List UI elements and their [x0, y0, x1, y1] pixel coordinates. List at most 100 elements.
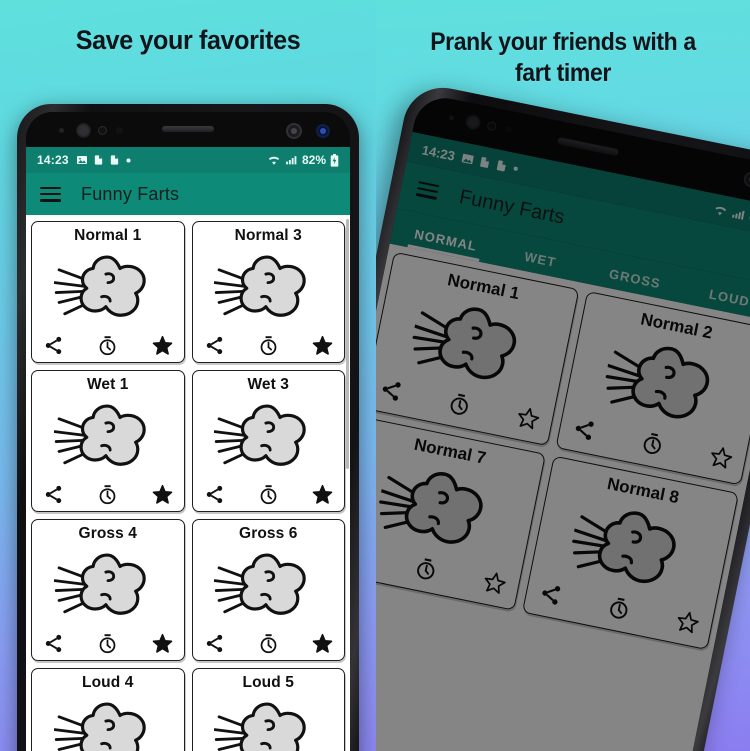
fart-card-artwork[interactable] [193, 690, 345, 751]
star-filled-icon[interactable] [312, 335, 333, 356]
timer-button[interactable] [96, 483, 119, 506]
star-filled-icon[interactable] [312, 633, 333, 654]
share-button[interactable] [203, 632, 226, 655]
share-button[interactable] [42, 334, 65, 357]
timer-button[interactable] [412, 555, 440, 587]
fart-card[interactable]: Normal 3 [191, 221, 345, 363]
share-button[interactable] [536, 581, 564, 613]
favorite-button[interactable] [514, 405, 542, 437]
share-icon[interactable] [43, 335, 64, 356]
stopwatch-icon[interactable] [97, 484, 118, 505]
fart-card[interactable]: Normal 1 [31, 221, 185, 363]
fart-card[interactable]: Loud 4 [31, 668, 185, 751]
right-promo-panel: Prank your friends with a fart timer 14: [376, 0, 750, 751]
status-notification-icons [76, 154, 132, 166]
share-button[interactable] [42, 483, 65, 506]
share-button[interactable] [203, 334, 226, 357]
star-filled-icon[interactable] [152, 484, 173, 505]
share-button[interactable] [42, 632, 65, 655]
fart-list[interactable]: Normal 1 Normal 3 Wet 1 Wet 3 Gross 4 Gross 6… [26, 215, 350, 751]
timer-button[interactable] [638, 430, 666, 462]
share-icon[interactable] [571, 416, 598, 443]
favorite-button[interactable] [151, 632, 174, 655]
fart-card-artwork[interactable] [32, 541, 184, 632]
stopwatch-icon[interactable] [258, 484, 279, 505]
stopwatch-icon[interactable] [639, 430, 666, 457]
favorite-button[interactable] [151, 334, 174, 357]
fart-card-artwork[interactable] [32, 243, 184, 334]
fart-card-grid: Normal 1 Normal 2 Normal 7 Normal 8 [376, 251, 750, 651]
share-button[interactable] [570, 416, 598, 448]
favorite-button[interactable] [311, 632, 334, 655]
fart-card-artwork[interactable] [32, 392, 184, 483]
timer-button[interactable] [257, 334, 280, 357]
fart-card-artwork[interactable] [193, 541, 345, 632]
stopwatch-icon[interactable] [97, 335, 118, 356]
fart-card[interactable]: Gross 4 [31, 519, 185, 661]
fart-card[interactable]: Loud 5 [191, 668, 345, 751]
fart-card-artwork[interactable] [193, 243, 345, 334]
fart-card[interactable]: Normal 7 [376, 416, 546, 611]
stopwatch-icon[interactable] [258, 633, 279, 654]
share-icon[interactable] [204, 484, 225, 505]
fart-cloud-icon [214, 701, 307, 751]
fart-card[interactable]: Normal 1 [376, 251, 580, 447]
stopwatch-icon[interactable] [413, 555, 440, 582]
app-title: Funny Farts [81, 183, 180, 204]
timer-button[interactable] [445, 391, 473, 423]
wifi-icon [268, 156, 280, 165]
file-icon [110, 155, 118, 165]
timer-button[interactable] [257, 632, 280, 655]
timer-button[interactable] [96, 334, 119, 357]
share-icon[interactable] [43, 633, 64, 654]
stopwatch-icon[interactable] [446, 391, 473, 418]
left-promo-panel: Save your favorites 14:23 82% Funny Fart… [0, 0, 376, 751]
fart-cloud-icon [378, 471, 483, 544]
fart-cloud-icon [605, 346, 709, 419]
share-button[interactable] [203, 483, 226, 506]
stopwatch-icon[interactable] [97, 633, 118, 654]
share-icon[interactable] [204, 335, 225, 356]
star-filled-icon[interactable] [152, 633, 173, 654]
timer-button[interactable] [605, 595, 633, 627]
fart-card[interactable]: Normal 8 [521, 455, 739, 651]
share-icon[interactable] [377, 377, 404, 404]
favorite-button[interactable] [311, 483, 334, 506]
scrollbar-thumb[interactable] [346, 219, 349, 469]
file-icon [480, 156, 490, 168]
fart-card-actions [32, 483, 184, 511]
star-outline-icon[interactable] [515, 405, 542, 432]
favorite-button[interactable] [673, 609, 701, 641]
star-outline-icon[interactable] [481, 569, 508, 596]
fart-card-artwork[interactable] [32, 690, 184, 751]
star-outline-icon[interactable] [674, 609, 701, 636]
share-button[interactable] [376, 377, 404, 409]
favorite-button[interactable] [151, 483, 174, 506]
star-filled-icon[interactable] [312, 484, 333, 505]
fart-card-actions [193, 334, 345, 362]
fart-card[interactable]: Normal 2 [555, 290, 750, 486]
hamburger-icon[interactable] [40, 186, 61, 202]
star-outline-icon[interactable] [708, 444, 735, 471]
fart-cloud-icon [53, 701, 146, 751]
fart-card-artwork[interactable] [193, 392, 345, 483]
timer-button[interactable] [257, 483, 280, 506]
fart-cloud-icon [571, 511, 676, 583]
fart-cloud-icon [214, 403, 307, 466]
star-filled-icon[interactable] [152, 335, 173, 356]
hamburger-icon[interactable] [415, 180, 440, 200]
share-icon[interactable] [537, 581, 564, 608]
fart-list[interactable]: Normal 1 Normal 2 Normal 7 Normal 8 [376, 243, 750, 751]
favorite-button[interactable] [311, 334, 334, 357]
fart-card[interactable]: Wet 1 [31, 370, 185, 512]
phone-top-bezel [26, 112, 350, 147]
favorite-button[interactable] [480, 569, 508, 601]
share-icon[interactable] [204, 633, 225, 654]
stopwatch-icon[interactable] [258, 335, 279, 356]
timer-button[interactable] [96, 632, 119, 655]
fart-card[interactable]: Wet 3 [191, 370, 345, 512]
share-icon[interactable] [43, 484, 64, 505]
fart-card[interactable]: Gross 6 [191, 519, 345, 661]
stopwatch-icon[interactable] [606, 595, 633, 622]
favorite-button[interactable] [707, 444, 735, 476]
